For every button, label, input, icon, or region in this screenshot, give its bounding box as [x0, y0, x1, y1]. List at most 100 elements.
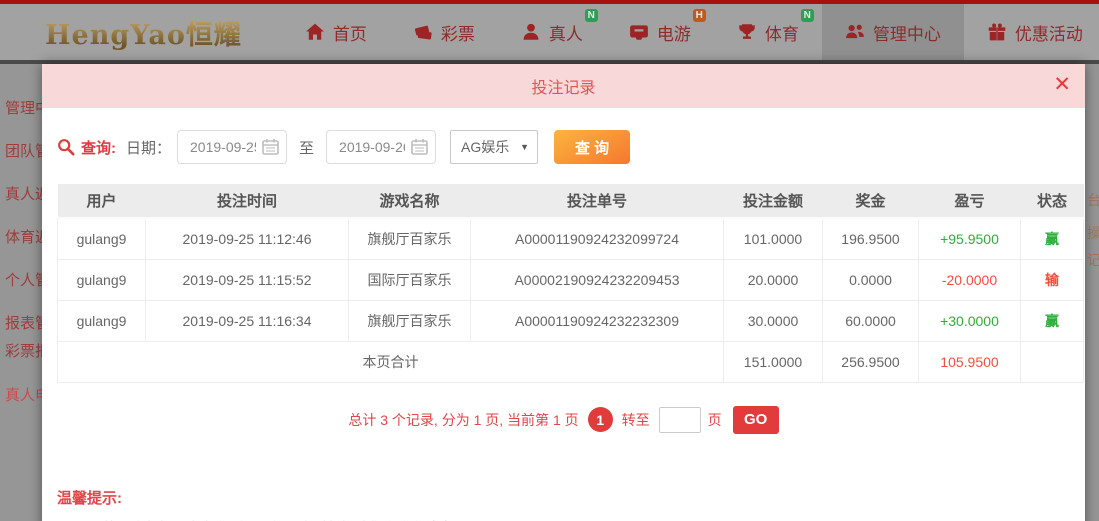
users-icon — [845, 22, 865, 42]
goto-label: 转至 — [621, 411, 650, 428]
modal-header: 投注记录 ✕ — [42, 64, 1085, 108]
go-button[interactable]: GO — [732, 405, 779, 434]
cell-game-name: 旗舰厅百家乐 — [348, 299, 471, 342]
home-icon — [305, 22, 325, 42]
col-prize: 奖金 — [822, 184, 919, 219]
goto-page-input[interactable] — [658, 406, 701, 433]
modal-title: 投注记录 — [531, 80, 596, 97]
cell-prize: 0.0000 — [822, 258, 919, 301]
nav-item-label: 电游 H — [657, 8, 706, 45]
nav-item-promotions[interactable]: 优惠活动 — [964, 4, 1099, 60]
cell-order-no: A00001190924232232309 — [470, 299, 724, 342]
page-word: 页 — [707, 411, 722, 428]
cell-bet-time: 2019-09-25 11:16:34 — [145, 299, 349, 342]
live-person-icon — [521, 22, 541, 42]
tips-title: 温馨提示: — [57, 489, 122, 507]
hot-badge: H — [692, 8, 706, 22]
date-to-input[interactable] — [326, 130, 437, 164]
date-from-wrap — [177, 130, 288, 164]
table-row: gulang9 2019-09-25 11:12:46 旗舰厅百家乐 A0000… — [57, 217, 1084, 260]
chevron-down-icon: ▼ — [520, 142, 530, 152]
current-page-button[interactable]: 1 — [587, 407, 613, 432]
table-row: gulang9 2019-09-25 11:15:52 国际厅百家乐 A0000… — [57, 258, 1084, 301]
cell-order-no: A00002190924232209453 — [470, 258, 724, 301]
pagination-info: 总计 3 个记录, 分为 1 页, 当前第 1 页 — [348, 411, 579, 428]
close-icon[interactable]: ✕ — [1053, 72, 1071, 98]
pagination: 总计 3 个记录, 分为 1 页, 当前第 1 页 1 转至 页 GO — [42, 405, 1085, 434]
nav-item-live[interactable]: 真人 N — [498, 4, 606, 60]
cell-bet-amount: 20.0000 — [723, 258, 823, 301]
col-bet-time: 投注时间 — [145, 184, 349, 219]
cell-game-name: 旗舰厅百家乐 — [348, 217, 471, 260]
status-badge: 输 — [1020, 258, 1084, 301]
nav-item-label: 管理中心 — [872, 24, 941, 44]
nav-item-label: 彩票 — [440, 24, 475, 44]
status-badge: 赢 — [1020, 299, 1084, 342]
game-machine-icon — [629, 22, 649, 42]
background-text-fragment: 记 — [1087, 252, 1099, 268]
nav-item-lottery[interactable]: 彩票 — [390, 4, 498, 60]
nav-item-admin-center[interactable]: 管理中心 — [821, 4, 964, 60]
nav-item-egames[interactable]: 电游 H — [606, 4, 714, 60]
summary-bet-total: 151.0000 — [723, 340, 823, 383]
query-label: 查询: — [81, 139, 116, 157]
summary-profit-total: 105.9500 — [918, 340, 1021, 383]
date-range-to-label: 至 — [299, 139, 315, 157]
background-text-fragment: 操作 — [1087, 225, 1099, 241]
nav-item-sports[interactable]: 体育 N — [714, 4, 822, 60]
col-order-no: 投注单号 — [470, 184, 724, 219]
summary-label: 本页合计 — [57, 340, 724, 383]
new-badge: N — [800, 8, 814, 22]
summary-row: 本页合计 151.0000 256.9500 105.9500 — [57, 340, 1084, 383]
status-badge: 赢 — [1020, 217, 1084, 260]
bet-records-table: 用户 投注时间 游戏名称 投注单号 投注金额 奖金 盈亏 状态 gulang9 … — [57, 184, 1084, 383]
date-from-input[interactable] — [177, 130, 288, 164]
cell-bet-time: 2019-09-25 11:15:52 — [145, 258, 349, 301]
nav-item-label: 体育 N — [765, 8, 814, 45]
search-button[interactable]: 查 询 — [554, 130, 631, 164]
nav-item-home[interactable]: 首页 — [282, 4, 390, 60]
query-toolbar: 查询: 日期： 至 AG娱乐 ▼ 查 询 — [57, 130, 1085, 164]
background-text-fragment: 台 — [1087, 192, 1099, 208]
nav-item-label: 真人 N — [549, 8, 598, 45]
search-icon — [57, 138, 75, 156]
cell-game-name: 国际厅百家乐 — [348, 258, 471, 301]
nav-menu: 首页 彩票 真人 N 电游 H 体育 N 管理中心 优惠活动 — [282, 4, 1099, 60]
new-badge: N — [584, 8, 598, 22]
date-label: 日期： — [126, 139, 172, 157]
date-to-wrap — [326, 130, 437, 164]
bet-records-modal: 投注记录 ✕ 查询: 日期： 至 AG娱乐 ▼ 查 询 — [42, 64, 1085, 521]
platform-select[interactable]: AG娱乐 ▼ — [450, 130, 539, 164]
gift-icon — [987, 22, 1007, 42]
col-game-name: 游戏名称 — [348, 184, 471, 219]
platform-select-value: AG娱乐 — [461, 139, 510, 155]
summary-prize-total: 256.9500 — [822, 340, 919, 383]
trophy-icon — [737, 22, 757, 42]
cell-profit: -20.0000 — [918, 258, 1021, 301]
table-header-row: 用户 投注时间 游戏名称 投注单号 投注金额 奖金 盈亏 状态 — [57, 184, 1084, 219]
tips-section: 温馨提示: 上面第三方数据因为存在延迟，如需实时数据请您咨询在线客服 — [57, 487, 1085, 521]
tips-line: 上面第三方数据因为存在延迟，如需实时数据请您咨询在线客服 — [75, 518, 1085, 521]
cell-user: gulang9 — [57, 258, 146, 301]
table-row: gulang9 2019-09-25 11:16:34 旗舰厅百家乐 A0000… — [57, 299, 1084, 342]
cell-bet-amount: 101.0000 — [723, 217, 823, 260]
col-bet-amount: 投注金额 — [723, 184, 823, 219]
nav-item-label: 首页 — [332, 24, 367, 44]
navbar: HengYao恒耀 首页 彩票 真人 N 电游 H 体育 N 管理中心 优惠活动 — [0, 4, 1099, 60]
cell-user: gulang9 — [57, 217, 146, 260]
cell-bet-time: 2019-09-25 11:12:46 — [145, 217, 349, 260]
cell-order-no: A00001190924232099724 — [470, 217, 724, 260]
cell-bet-amount: 30.0000 — [723, 299, 823, 342]
lottery-ticket-icon — [413, 22, 433, 42]
nav-item-label: 优惠活动 — [1014, 24, 1083, 44]
cell-prize: 60.0000 — [822, 299, 919, 342]
cell-prize: 196.9500 — [822, 217, 919, 260]
col-status: 状态 — [1020, 184, 1084, 219]
cell-profit: +30.0000 — [918, 299, 1021, 342]
col-user: 用户 — [57, 184, 146, 219]
site-logo[interactable]: HengYao恒耀 — [45, 13, 242, 52]
summary-status-empty — [1020, 340, 1084, 383]
cell-profit: +95.9500 — [918, 217, 1021, 260]
col-profit: 盈亏 — [918, 184, 1021, 219]
cell-user: gulang9 — [57, 299, 146, 342]
